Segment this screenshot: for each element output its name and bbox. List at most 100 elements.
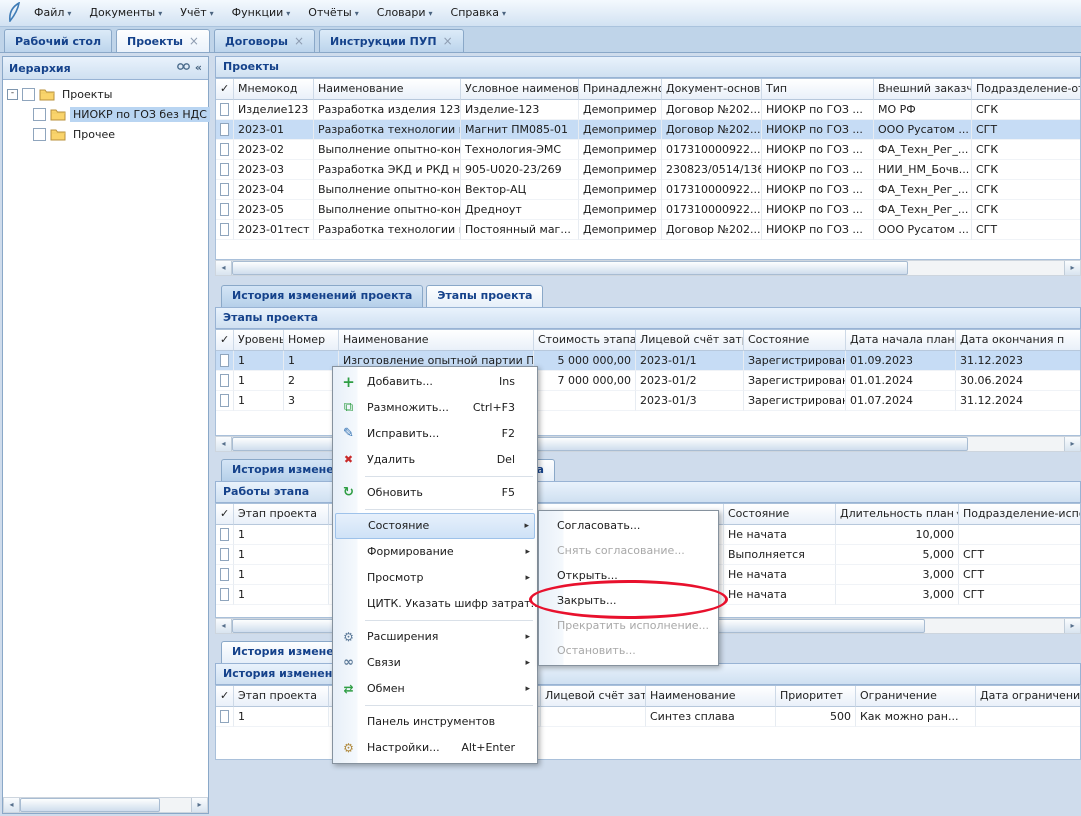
column-header[interactable]: Внешний заказчик	[874, 79, 972, 100]
menu-item[interactable]: ↻ОбновитьF5	[335, 480, 535, 506]
column-header[interactable]: Подразделение-исполн	[959, 504, 1081, 525]
tab-close-icon[interactable]: ×	[443, 36, 453, 46]
row-checkbox[interactable]	[220, 588, 229, 601]
table-row[interactable]: 2023-01Разработка технологии и...Магнит …	[216, 120, 1080, 140]
column-header[interactable]: Состояние	[744, 330, 846, 351]
scroll-right-icon[interactable]: ▸	[1064, 619, 1080, 633]
row-checkbox[interactable]	[220, 143, 229, 156]
tree-item[interactable]: НИОКР по ГОЗ без НДС	[3, 104, 208, 124]
tab-close-icon[interactable]: ×	[189, 36, 199, 46]
projects-horizontal-scrollbar[interactable]: ◂▸	[215, 260, 1081, 276]
tab-close-icon[interactable]: ×	[294, 36, 304, 46]
tree-item[interactable]: -Проекты	[3, 84, 208, 104]
menu-item[interactable]: Состояние▸	[335, 513, 535, 539]
column-header[interactable]: Дата окончания п	[956, 330, 1081, 351]
column-header[interactable]: ✓	[216, 79, 234, 100]
row-checkbox[interactable]	[220, 710, 229, 723]
menu-item[interactable]: Согласовать...	[541, 513, 716, 538]
tree-item-checkbox[interactable]	[33, 128, 46, 141]
row-checkbox[interactable]	[220, 223, 229, 236]
tree-expander-icon[interactable]: -	[7, 89, 18, 100]
column-header[interactable]: ✓	[216, 504, 234, 525]
scroll-right-icon[interactable]: ▸	[1064, 261, 1080, 275]
main-tab[interactable]: Договоры×	[214, 29, 315, 52]
scroll-left-icon[interactable]: ◂	[216, 437, 232, 451]
column-header[interactable]: Условное наименова	[461, 79, 579, 100]
row-checkbox[interactable]	[220, 163, 229, 176]
menubar-item[interactable]: Функции▾	[223, 0, 300, 26]
menubar-item[interactable]: Учёт▾	[171, 0, 222, 26]
column-header[interactable]: Ограничение	[856, 686, 976, 707]
menubar-item[interactable]: Документы▾	[80, 0, 171, 26]
column-header[interactable]: Дата ограничения	[976, 686, 1081, 707]
row-checkbox[interactable]	[220, 528, 229, 541]
main-tab[interactable]: Инструкции ПУП×	[319, 29, 464, 52]
column-header[interactable]: Лицевой счёт затр	[541, 686, 646, 707]
table-row[interactable]: 2023-02Выполнение опытно-конс...Технолог…	[216, 140, 1080, 160]
menu-item[interactable]: +Добавить...Ins	[335, 369, 535, 395]
column-header[interactable]: Длительность план ▼	[836, 504, 959, 525]
table-row[interactable]: 2023-01тестРазработка технологии и...Пос…	[216, 220, 1080, 240]
menu-item[interactable]: ✖УдалитьDel	[335, 447, 535, 473]
menu-item[interactable]: ✎Исправить...F2	[335, 421, 535, 447]
main-tab[interactable]: Рабочий стол	[4, 29, 112, 52]
menubar-item[interactable]: Словари▾	[368, 0, 442, 26]
tree-item[interactable]: Прочее	[3, 124, 208, 144]
tree-item-checkbox[interactable]	[22, 88, 35, 101]
table-row[interactable]: 2023-03Разработка ЭКД и РКД н...905-U020…	[216, 160, 1080, 180]
column-header[interactable]: Мнемокод	[234, 79, 314, 100]
row-checkbox[interactable]	[220, 103, 229, 116]
tree-item-checkbox[interactable]	[33, 108, 46, 121]
scroll-right-icon[interactable]: ▸	[191, 798, 207, 812]
table-row[interactable]: 2023-05Выполнение опытно-конс...Дредноут…	[216, 200, 1080, 220]
column-header[interactable]: ✓	[216, 330, 234, 351]
collapse-panel-icon[interactable]: «	[195, 61, 202, 75]
menu-item[interactable]: ⚙Расширения▸	[335, 624, 535, 650]
menubar-item[interactable]: Отчёты▾	[299, 0, 367, 26]
column-header[interactable]: Наименование	[646, 686, 776, 707]
column-header[interactable]: Наименование	[339, 330, 534, 351]
row-checkbox[interactable]	[220, 123, 229, 136]
menubar-item[interactable]: Справка▾	[442, 0, 515, 26]
menu-item[interactable]: ⇄Обмен▸	[335, 676, 535, 702]
table-row[interactable]: 2023-04Выполнение опытно-конс...Вектор-А…	[216, 180, 1080, 200]
menu-item[interactable]: Открыть...	[541, 563, 716, 588]
detail-tab[interactable]: История изменений проекта	[221, 285, 423, 307]
menu-item[interactable]: Формирование▸	[335, 539, 535, 565]
column-header[interactable]: Этап проекта	[234, 686, 329, 707]
menubar-item[interactable]: Файл▾	[25, 0, 80, 26]
column-header[interactable]: Принадлежность	[579, 79, 662, 100]
column-header[interactable]: Номер	[284, 330, 339, 351]
row-checkbox[interactable]	[220, 568, 229, 581]
column-header[interactable]: Стоимость этапа	[534, 330, 636, 351]
menu-item[interactable]: ∞Связи▸	[335, 650, 535, 676]
column-header[interactable]: Наименование	[314, 79, 461, 100]
column-header[interactable]: Лицевой счёт затрат	[636, 330, 744, 351]
column-header[interactable]: ✓	[216, 686, 234, 707]
menu-item[interactable]: ⚙Настройки...Alt+Enter	[335, 735, 535, 761]
scroll-thumb[interactable]	[232, 261, 908, 275]
column-header[interactable]: Документ-основан	[662, 79, 762, 100]
scroll-left-icon[interactable]: ◂	[216, 261, 232, 275]
column-header[interactable]: Этап проекта	[234, 504, 329, 525]
column-header[interactable]: Состояние	[724, 504, 836, 525]
scroll-right-icon[interactable]: ▸	[1064, 437, 1080, 451]
column-header[interactable]: Тип	[762, 79, 874, 100]
menu-item[interactable]: Панель инструментов	[335, 709, 535, 735]
table-row[interactable]: Изделие123Разработка изделия 123Изделие-…	[216, 100, 1080, 120]
scroll-thumb[interactable]	[20, 798, 160, 812]
detail-tab[interactable]: Этапы проекта	[426, 285, 543, 307]
row-checkbox[interactable]	[220, 183, 229, 196]
menu-item[interactable]: ЦИТК. Указать шифр затрат...	[335, 591, 535, 617]
row-checkbox[interactable]	[220, 374, 229, 387]
column-header[interactable]: Уровень	[234, 330, 284, 351]
row-checkbox[interactable]	[220, 354, 229, 367]
column-header[interactable]: Подразделение-от	[972, 79, 1081, 100]
main-tab[interactable]: Проекты×	[116, 29, 210, 52]
row-checkbox[interactable]	[220, 394, 229, 407]
row-checkbox[interactable]	[220, 548, 229, 561]
column-header[interactable]: Дата начала план	[846, 330, 956, 351]
scroll-left-icon[interactable]: ◂	[216, 619, 232, 633]
menu-item[interactable]: Закрыть...	[541, 588, 716, 613]
column-header[interactable]: Приоритет	[776, 686, 856, 707]
